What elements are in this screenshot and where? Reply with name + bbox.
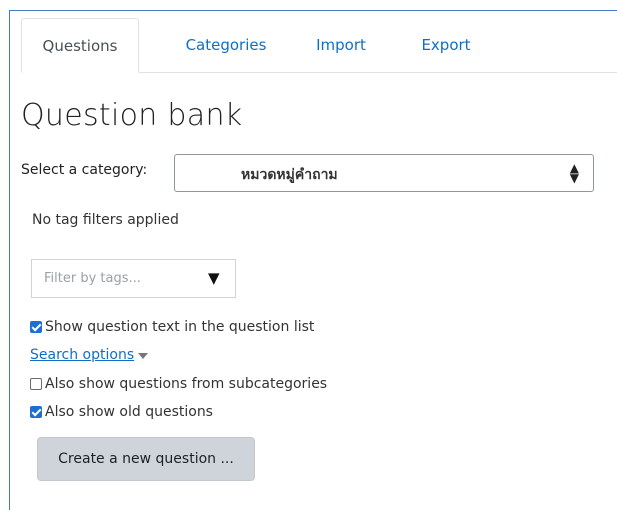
- show-question-text-checkbox[interactable]: [30, 321, 42, 333]
- show-question-text-label[interactable]: Show question text in the question list: [45, 319, 314, 335]
- tab-questions[interactable]: Questions: [21, 18, 139, 73]
- tab-categories[interactable]: Categories: [181, 18, 271, 72]
- category-selected-value: หมวดหมู่คำถาม: [241, 167, 338, 183]
- tag-filter-placeholder: Filter by tags...: [44, 271, 141, 286]
- old-questions-option: Also show old questions: [30, 404, 213, 420]
- tag-filter-status: No tag filters applied: [32, 212, 179, 228]
- subcategories-label[interactable]: Also show questions from subcategories: [45, 376, 327, 392]
- old-questions-label[interactable]: Also show old questions: [45, 404, 213, 420]
- category-select[interactable]: หมวดหมู่คำถาม ▲ ▼: [174, 154, 594, 192]
- question-bank-tabs: Questions Categories Import Export: [21, 18, 617, 73]
- select-updown-icon: ▲ ▼: [569, 161, 579, 185]
- page-title: Question bank: [21, 98, 243, 133]
- create-new-question-button[interactable]: Create a new question ...: [37, 437, 255, 481]
- search-options-label[interactable]: Search options: [30, 347, 134, 363]
- subcategories-option: Also show questions from subcategories: [30, 376, 327, 392]
- show-question-text-option: Show question text in the question list: [30, 319, 314, 335]
- tag-filter-input[interactable]: Filter by tags... ▼: [31, 259, 236, 298]
- triangle-down-icon[interactable]: ▼: [208, 269, 220, 287]
- old-questions-checkbox[interactable]: [30, 406, 42, 418]
- search-options-link[interactable]: Search options: [30, 347, 149, 363]
- category-label: Select a category:: [21, 162, 148, 178]
- subcategories-checkbox[interactable]: [30, 378, 42, 390]
- caret-down-icon: [138, 353, 149, 359]
- tab-import[interactable]: Import: [311, 18, 371, 72]
- tab-export[interactable]: Export: [416, 18, 476, 72]
